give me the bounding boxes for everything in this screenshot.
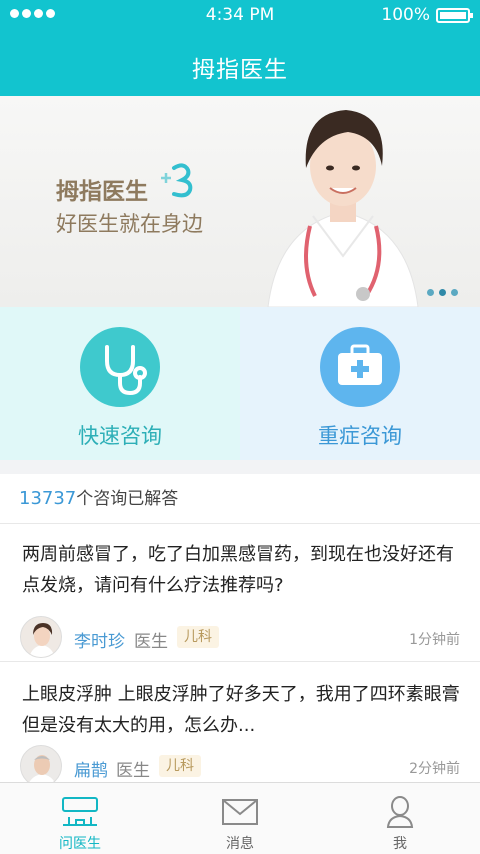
banner-brand: 拇指医生: [56, 179, 148, 205]
quick-consult-button[interactable]: 快速咨询: [0, 307, 240, 460]
ask-doctor-icon: [62, 797, 98, 826]
tab-me[interactable]: 我: [320, 783, 480, 854]
bottom-tabbar: 问医生 消息 我: [0, 782, 480, 854]
answered-count: 13737个咨询已解答: [0, 474, 480, 524]
doctor-name[interactable]: 李时珍: [74, 627, 125, 652]
tab-label: 问医生: [59, 836, 101, 852]
brand-logo-icon: [158, 160, 194, 208]
person-icon: [386, 796, 414, 828]
promo-banner[interactable]: 拇指医生 好医生就在身边: [0, 96, 480, 307]
tab-messages[interactable]: 消息: [160, 783, 320, 854]
app-header: 4:34 PM 100% 拇指医生: [0, 0, 480, 96]
medical-kit-icon: [320, 327, 400, 407]
avatar: [20, 745, 62, 784]
tab-label: 消息: [226, 836, 254, 852]
question-text: 两周前感冒了，吃了白加黑感冒药，到现在也没好还有点发烧，请问有什么疗法推荐吗?: [22, 544, 454, 596]
timestamp: 1分钟前: [409, 632, 460, 648]
page-title: 拇指医生: [192, 57, 288, 83]
consult-list: 13737个咨询已解答 两周前感冒了，吃了白加黑感冒药，到现在也没好还有点发烧，…: [0, 474, 480, 784]
avatar: [20, 616, 62, 658]
envelope-icon: [222, 799, 258, 825]
department-badge: 儿科: [177, 626, 219, 648]
banner-slogan: 好医生就在身边: [56, 212, 203, 236]
department-badge: 儿科: [159, 755, 201, 777]
serious-consult-button[interactable]: 重症咨询: [240, 307, 480, 460]
tab-label: 我: [393, 836, 407, 852]
status-bar: 4:34 PM 100%: [0, 0, 480, 30]
timestamp: 2分钟前: [409, 761, 460, 777]
answered-suffix: 个咨询已解答: [76, 489, 179, 509]
quick-consult-label: 快速咨询: [78, 424, 162, 448]
carousel-dots[interactable]: [427, 289, 458, 296]
doctor-name[interactable]: 扁鹊: [74, 756, 108, 781]
battery-percent: 100%: [381, 5, 430, 25]
doctor-title: 医生: [134, 632, 168, 652]
answer-meta: 李时珍 医生 儿科 1分钟前: [20, 616, 460, 658]
question-text: 上眼皮浮肿 上眼皮浮肿了好多天了，我用了四环素眼膏但是没有太大的用，怎么办...: [22, 684, 460, 736]
consult-actions: 快速咨询 重症咨询: [0, 307, 480, 460]
battery-icon: [436, 8, 473, 23]
doctor-photo: [267, 110, 419, 307]
list-item[interactable]: 两周前感冒了，吃了白加黑感冒药，到现在也没好还有点发烧，请问有什么疗法推荐吗? …: [0, 524, 480, 662]
answer-meta: 扁鹊 医生 儿科 2分钟前: [20, 745, 460, 784]
list-item[interactable]: 上眼皮浮肿 上眼皮浮肿了好多天了，我用了四环素眼膏但是没有太大的用，怎么办...…: [0, 662, 480, 784]
serious-consult-label: 重症咨询: [318, 424, 402, 448]
stethoscope-icon: [80, 327, 160, 407]
answered-number: 13737: [19, 488, 77, 509]
tab-ask-doctor[interactable]: 问医生: [0, 783, 160, 854]
doctor-title: 医生: [116, 761, 150, 781]
